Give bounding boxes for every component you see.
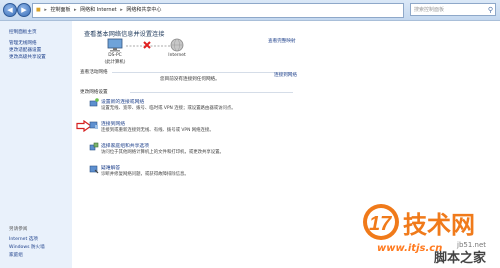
chevron-right-icon: ▸ xyxy=(74,7,77,13)
forward-button[interactable]: ▶ xyxy=(17,3,31,17)
watermark-logo: 17 技术网 www.itjs.cn jb51.net 脚本之家 xyxy=(355,195,500,268)
new-connection-icon xyxy=(89,98,99,107)
watermark-site: www.itjs.cn xyxy=(377,243,443,254)
sidebar-item-adapter[interactable]: 更改适配器设置 xyxy=(9,47,41,53)
back-button[interactable]: ◀ xyxy=(3,3,17,17)
task-homegroup-link[interactable]: 选择家庭组和共享选项 xyxy=(101,142,149,149)
search-icon[interactable]: ⚲ xyxy=(488,4,493,17)
troubleshoot-icon xyxy=(89,165,99,174)
sidebar-item-wireless[interactable]: 管理无线网络 xyxy=(9,40,37,46)
page-title: 查看基本网络信息并设置连接 xyxy=(84,31,165,38)
see-also-heading: 另请参阅 xyxy=(9,227,28,232)
homegroup-icon xyxy=(89,142,99,151)
see-also-internet-options[interactable]: Internet 选项 xyxy=(9,236,38,242)
see-also-firewall[interactable]: Windows 防火墙 xyxy=(9,244,45,250)
task-troubleshoot-desc: 诊断并修复网络问题，或获得故障排除信息。 xyxy=(101,172,189,177)
not-connected-text: 您目前没有连接到任何网络。 xyxy=(160,77,220,82)
connect-network-icon xyxy=(89,121,98,129)
pc-name: DS-PC xyxy=(108,53,122,58)
watermark-brand: 脚本之家 xyxy=(434,251,487,266)
svg-text:17: 17 xyxy=(369,213,392,235)
full-map-link[interactable]: 查看完整映射 xyxy=(268,38,296,44)
task-troubleshoot-link[interactable]: 疑难解答 xyxy=(101,164,120,171)
breadcrumb-control-panel[interactable]: 控制面板 xyxy=(50,7,70,13)
address-bar[interactable]: ■ ▸ 控制面板 ▸ 网络和 Internet ▸ 网络和共享中心 xyxy=(32,3,404,18)
task-connect-network-link[interactable]: 连接到网络 xyxy=(101,120,125,127)
svg-text:技术网: 技术网 xyxy=(403,211,475,239)
breadcrumb-network-center[interactable]: 网络和共享中心 xyxy=(126,7,161,13)
change-settings-label: 更改网络设置 xyxy=(80,90,108,95)
pc-sub: (此计算机) xyxy=(104,60,126,65)
sidebar: 控制面板主页 管理无线网络 更改适配器设置 更改高级共享设置 另请参阅 Inte… xyxy=(0,21,72,268)
section-divider xyxy=(112,72,292,73)
chevron-right-icon: ▸ xyxy=(44,7,47,13)
window-toolbar: ◀ ▶ ■ ▸ 控制面板 ▸ 网络和 Internet ▸ 网络和共享中心 搜索… xyxy=(0,0,500,21)
active-networks-label: 查看活动网络 xyxy=(80,70,108,75)
internet-label: Internet xyxy=(168,53,186,58)
task-new-connection-link[interactable]: 设置新的连接或网络 xyxy=(101,98,144,105)
connect-to-network-link[interactable]: 连接到网络 xyxy=(274,72,297,78)
task-homegroup-desc: 访问位于其他网络计算机上的文件和打印机，或更改共享设置。 xyxy=(101,150,224,155)
chevron-right-icon: ▸ xyxy=(120,7,123,13)
see-also-homegroup[interactable]: 家庭组 xyxy=(9,252,23,258)
task-new-connection-desc: 设置无线、宽带、拨号、临时或 VPN 连接；或设置路由器或访问点。 xyxy=(101,106,236,111)
section-divider xyxy=(130,92,293,93)
search-placeholder: 搜索控制面板 xyxy=(414,7,445,13)
task-connect-network-desc: 连接到或重新连接到无线、有线、拨号或 VPN 网络连接。 xyxy=(101,128,214,133)
search-input[interactable]: 搜索控制面板 ⚲ xyxy=(410,3,496,16)
globe-icon xyxy=(170,38,184,52)
breadcrumb-network-internet[interactable]: 网络和 Internet xyxy=(80,7,116,13)
disconnected-x-icon xyxy=(143,41,151,49)
computer-icon xyxy=(107,38,123,52)
folder-icon: ■ xyxy=(36,7,41,13)
sidebar-item-sharing[interactable]: 更改高级共享设置 xyxy=(9,54,46,60)
sidebar-item-home[interactable]: 控制面板主页 xyxy=(9,29,37,35)
